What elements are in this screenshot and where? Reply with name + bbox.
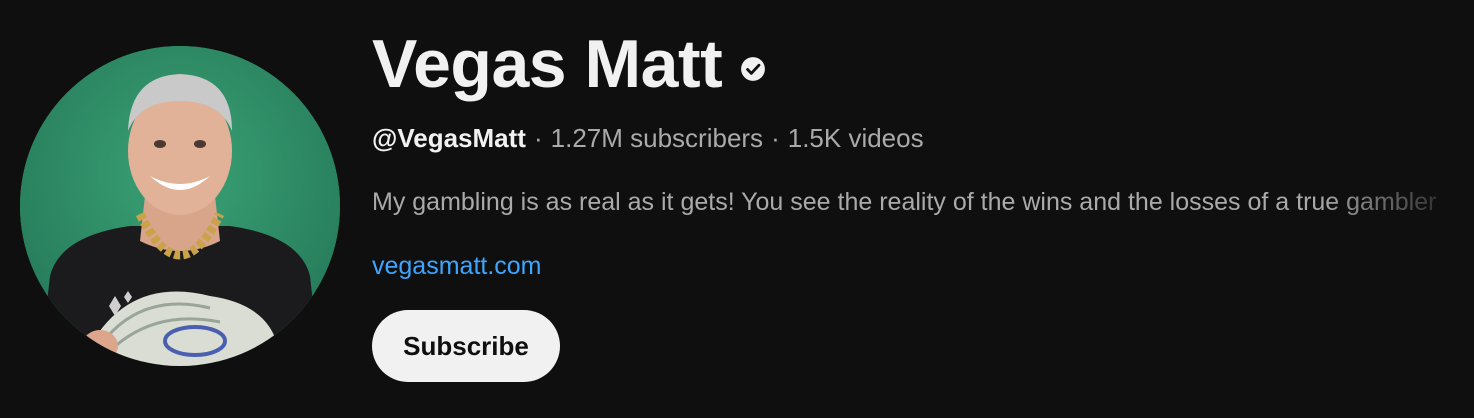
channel-handle[interactable]: @VegasMatt bbox=[372, 123, 526, 153]
channel-meta: @VegasMatt · 1.27M subscribers · 1.5K videos bbox=[372, 122, 924, 154]
channel-avatar[interactable] bbox=[20, 46, 340, 366]
separator: · bbox=[771, 123, 780, 153]
subscribe-button[interactable]: Subscribe bbox=[372, 310, 560, 382]
verified-check-icon bbox=[741, 57, 766, 81]
channel-link[interactable]: vegasmatt.com bbox=[372, 250, 542, 282]
channel-name: Vegas Matt bbox=[372, 26, 723, 102]
avatar-image bbox=[20, 46, 340, 366]
channel-header: Vegas Matt @VegasMatt · 1.27M subscribers ·… bbox=[0, 0, 1474, 418]
title-row: Vegas Matt bbox=[372, 26, 766, 102]
subscriber-count: 1.27M subscribers bbox=[550, 123, 764, 153]
video-count: 1.5K videos bbox=[787, 123, 924, 153]
channel-description[interactable]: My gambling is as real as it gets! You s… bbox=[372, 186, 1474, 218]
separator: · bbox=[533, 123, 543, 153]
